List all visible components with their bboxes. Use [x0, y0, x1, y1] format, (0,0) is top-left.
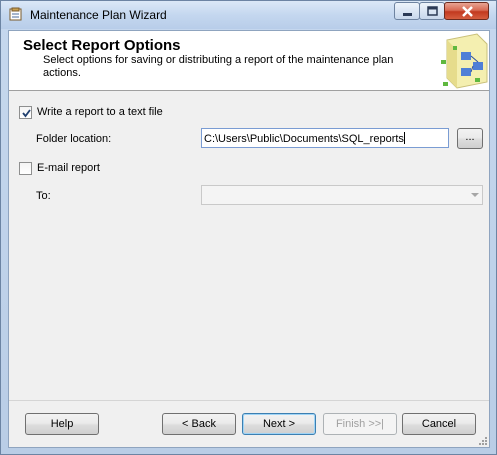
finish-button: Finish >>|	[323, 413, 397, 435]
chevron-down-icon	[471, 193, 479, 197]
wizard-window: Maintenance Plan Wizard Select Report Op…	[0, 0, 497, 455]
resize-grip-icon[interactable]	[478, 436, 488, 446]
back-button[interactable]: < Back	[162, 413, 236, 435]
close-button[interactable]	[444, 2, 489, 20]
page-title: Select Report Options	[23, 37, 181, 54]
email-to-combobox[interactable]	[201, 185, 483, 205]
checkmark-icon	[22, 109, 31, 118]
footer-divider	[9, 400, 489, 401]
minimize-button[interactable]	[394, 2, 420, 20]
maximize-icon	[427, 6, 438, 16]
wizard-client-area: Select Report Options Select options for…	[8, 30, 490, 448]
folder-location-label: Folder location:	[36, 133, 112, 145]
maximize-button[interactable]	[419, 2, 445, 20]
page-subtitle: Select options for saving or distributin…	[43, 54, 394, 79]
write-report-checkbox[interactable]	[19, 106, 32, 119]
title-bar[interactable]: Maintenance Plan Wizard	[1, 1, 496, 29]
write-report-label[interactable]: Write a report to a text file	[37, 106, 163, 118]
next-button[interactable]: Next >	[242, 413, 316, 435]
wizard-header: Select Report Options Select options for…	[9, 31, 489, 91]
minimize-icon	[403, 13, 412, 16]
window-title: Maintenance Plan Wizard	[30, 8, 167, 22]
browse-folder-button[interactable]: ...	[457, 128, 483, 149]
text-caret	[403, 132, 405, 144]
wizard-graphic-icon	[441, 33, 488, 89]
folder-location-value: C:\Users\Public\Documents\SQL_reports	[204, 133, 404, 145]
to-label: To:	[36, 190, 51, 202]
email-report-checkbox[interactable]	[19, 162, 32, 175]
close-icon	[462, 6, 473, 17]
wizard-app-icon	[9, 7, 23, 21]
email-report-label[interactable]: E-mail report	[37, 162, 100, 174]
cancel-button[interactable]: Cancel	[402, 413, 476, 435]
help-button[interactable]: Help	[25, 413, 99, 435]
folder-location-input[interactable]: C:\Users\Public\Documents\SQL_reports	[201, 128, 449, 148]
